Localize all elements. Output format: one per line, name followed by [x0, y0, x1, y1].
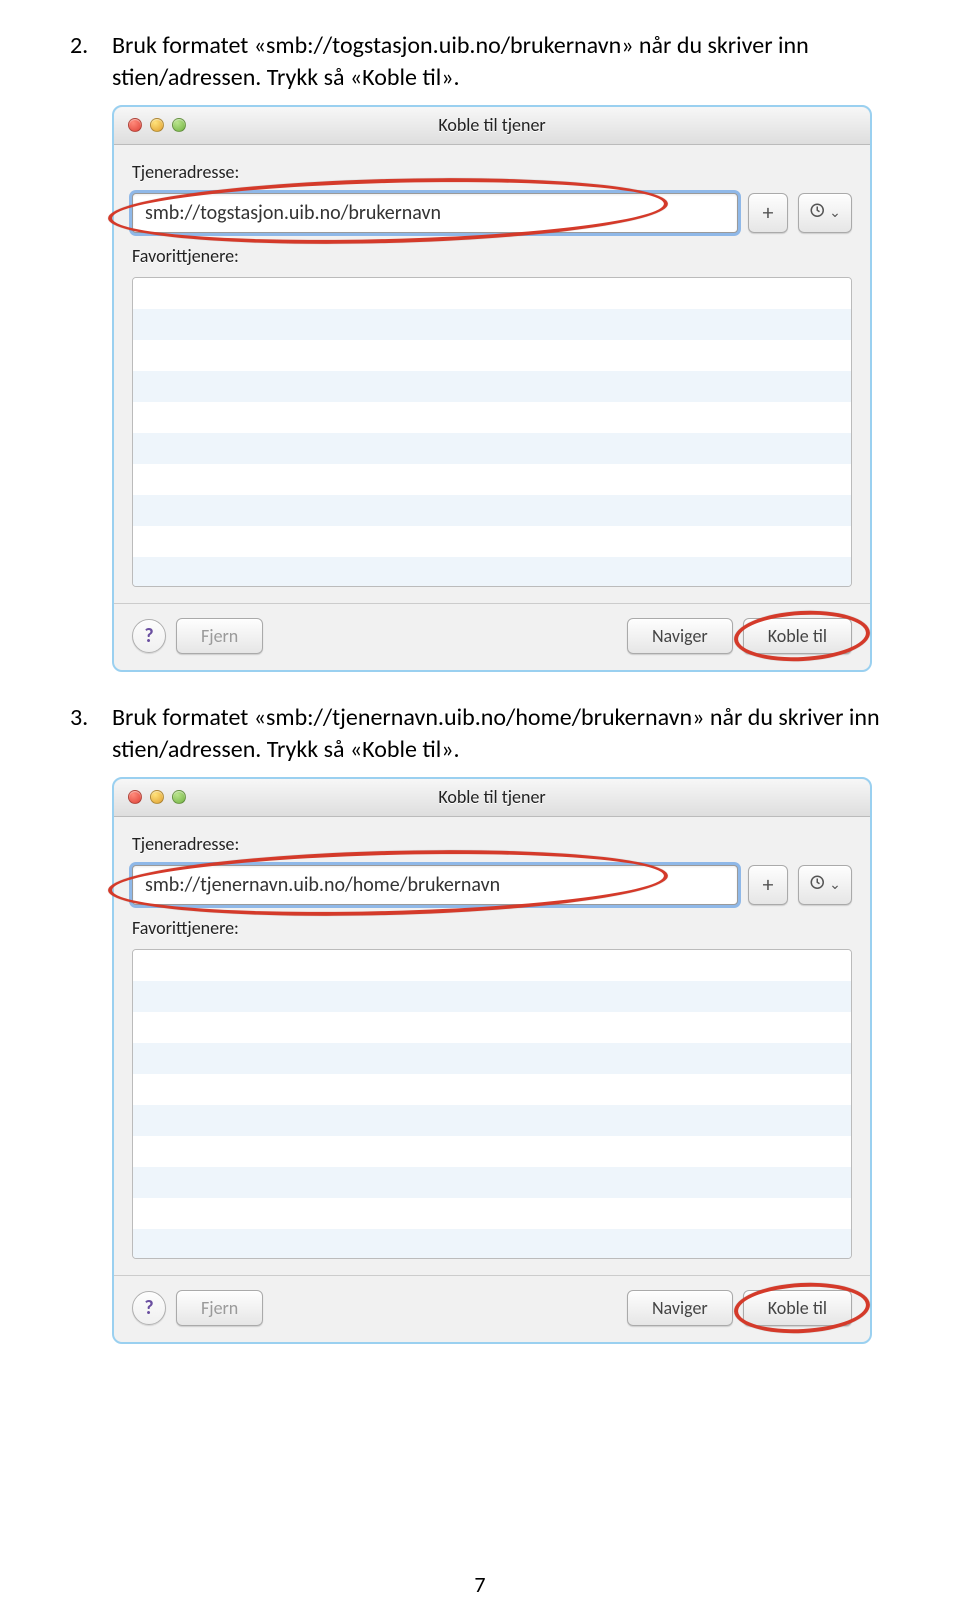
- browse-label: Naviger: [652, 1297, 708, 1319]
- connect-button[interactable]: Koble til: [743, 618, 852, 654]
- server-address-value: smb://togstasjon.uib.no/brukernavn: [145, 201, 441, 225]
- minimize-icon[interactable]: [150, 790, 164, 804]
- history-button[interactable]: ⌄: [798, 865, 852, 905]
- list-item: [133, 278, 851, 309]
- server-address-input[interactable]: smb://togstasjon.uib.no/brukernavn: [132, 193, 738, 233]
- list-item: [133, 1105, 851, 1136]
- list-item: [133, 464, 851, 495]
- add-favorite-button[interactable]: +: [748, 865, 788, 905]
- history-button[interactable]: ⌄: [798, 193, 852, 233]
- list-item: [133, 1136, 851, 1167]
- dialog-body: Tjeneradresse: smb://togstasjon.uib.no/b…: [114, 145, 870, 603]
- list-item: [133, 950, 851, 981]
- favorite-servers-list[interactable]: [132, 277, 852, 587]
- question-icon: ?: [144, 1296, 153, 1320]
- plus-icon: +: [763, 871, 774, 898]
- window-title: Koble til tjener: [114, 114, 870, 136]
- zoom-icon[interactable]: [172, 790, 186, 804]
- favorite-servers-label: Favorittjenere:: [132, 245, 852, 267]
- list-item: [133, 371, 851, 402]
- list-item: [133, 402, 851, 433]
- help-button[interactable]: ?: [132, 1291, 166, 1325]
- window-title: Koble til tjener: [114, 786, 870, 808]
- connect-to-server-dialog: Koble til tjener Tjeneradresse: smb://to…: [112, 105, 872, 672]
- list-item: [133, 557, 851, 587]
- close-icon[interactable]: [128, 118, 142, 132]
- list-item: [133, 340, 851, 371]
- chevron-down-icon: ⌄: [829, 204, 841, 221]
- remove-label: Fjern: [201, 625, 238, 647]
- help-button[interactable]: ?: [132, 619, 166, 653]
- window-controls: [114, 790, 186, 804]
- window-controls: [114, 118, 186, 132]
- server-address-label: Tjeneradresse:: [132, 833, 852, 855]
- clock-icon: [809, 871, 827, 898]
- dialog-1-wrap: Koble til tjener Tjeneradresse: smb://to…: [112, 105, 890, 672]
- remove-button[interactable]: Fjern: [176, 618, 263, 654]
- chevron-down-icon: ⌄: [829, 876, 841, 893]
- instruction-step-2: 2. Bruk formatet «smb://togstasjon.uib.n…: [70, 30, 890, 95]
- browse-button[interactable]: Naviger: [627, 618, 733, 654]
- favorite-servers-label: Favorittjenere:: [132, 917, 852, 939]
- remove-label: Fjern: [201, 1297, 238, 1319]
- list-item: [133, 433, 851, 464]
- dialog-footer: ? Fjern Naviger Koble til: [114, 1275, 870, 1342]
- zoom-icon[interactable]: [172, 118, 186, 132]
- close-icon[interactable]: [128, 790, 142, 804]
- browse-label: Naviger: [652, 625, 708, 647]
- address-row: smb://tjenernavn.uib.no/home/brukernavn …: [132, 865, 852, 905]
- favorite-servers-list[interactable]: [132, 949, 852, 1259]
- dialog-2-wrap: Koble til tjener Tjeneradresse: smb://tj…: [112, 777, 890, 1344]
- list-item: [133, 1198, 851, 1229]
- step-text: Bruk formatet «smb://tjenernavn.uib.no/h…: [112, 702, 890, 767]
- server-address-input[interactable]: smb://tjenernavn.uib.no/home/brukernavn: [132, 865, 738, 905]
- remove-button[interactable]: Fjern: [176, 1290, 263, 1326]
- browse-button[interactable]: Naviger: [627, 1290, 733, 1326]
- minimize-icon[interactable]: [150, 118, 164, 132]
- address-row: smb://togstasjon.uib.no/brukernavn + ⌄: [132, 193, 852, 233]
- list-item: [133, 526, 851, 557]
- server-address-label: Tjeneradresse:: [132, 161, 852, 183]
- step-number: 3.: [70, 702, 112, 767]
- server-address-value: smb://tjenernavn.uib.no/home/brukernavn: [145, 873, 500, 897]
- step-text: Bruk formatet «smb://togstasjon.uib.no/b…: [112, 30, 890, 95]
- titlebar: Koble til tjener: [114, 779, 870, 817]
- list-item: [133, 309, 851, 340]
- list-item: [133, 495, 851, 526]
- add-favorite-button[interactable]: +: [748, 193, 788, 233]
- list-item: [133, 1167, 851, 1198]
- titlebar: Koble til tjener: [114, 107, 870, 145]
- connect-button[interactable]: Koble til: [743, 1290, 852, 1326]
- list-item: [133, 1229, 851, 1259]
- step-number: 2.: [70, 30, 112, 95]
- instruction-step-3: 3. Bruk formatet «smb://tjenernavn.uib.n…: [70, 702, 890, 767]
- list-item: [133, 1043, 851, 1074]
- connect-to-server-dialog: Koble til tjener Tjeneradresse: smb://tj…: [112, 777, 872, 1344]
- dialog-body: Tjeneradresse: smb://tjenernavn.uib.no/h…: [114, 817, 870, 1275]
- page-number: 7: [0, 1571, 960, 1598]
- question-icon: ?: [144, 624, 153, 648]
- dialog-footer: ? Fjern Naviger Koble til: [114, 603, 870, 670]
- connect-label: Koble til: [768, 625, 827, 647]
- plus-icon: +: [763, 199, 774, 226]
- connect-label: Koble til: [768, 1297, 827, 1319]
- clock-icon: [809, 199, 827, 226]
- list-item: [133, 981, 851, 1012]
- list-item: [133, 1012, 851, 1043]
- list-item: [133, 1074, 851, 1105]
